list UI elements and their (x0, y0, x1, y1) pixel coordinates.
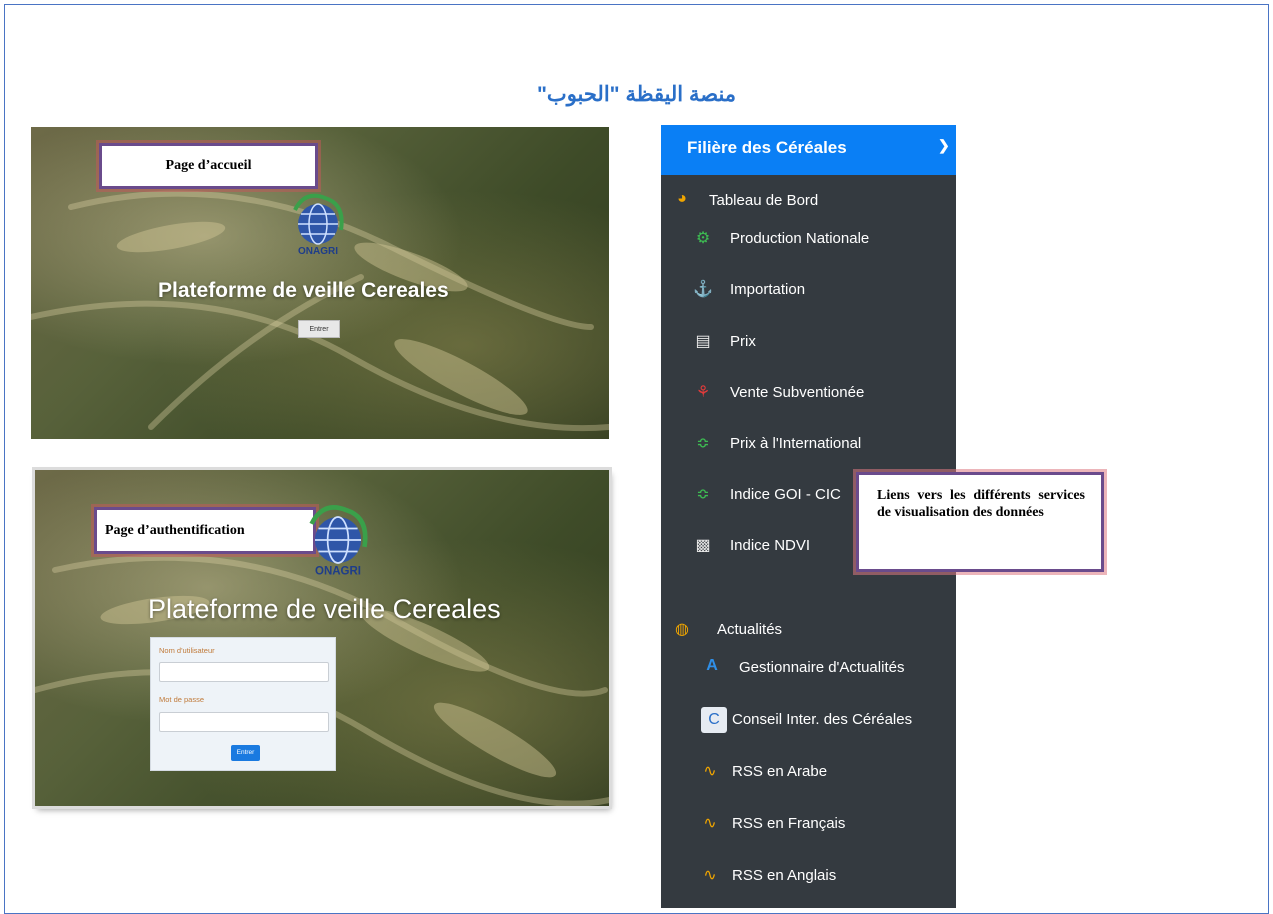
onagri-logo: ONAGRI (300, 500, 376, 580)
sidebar-header[interactable]: Filière des Céréales ❯ (661, 125, 956, 175)
igc-logo-icon: C (701, 707, 727, 733)
username-label: Nom d'utilisateur (159, 646, 215, 655)
auth-page-callout: Page d’authentification (94, 507, 316, 554)
chevron-down-icon[interactable]: ❯ (938, 137, 950, 154)
sidebar-header-label: Filière des Céréales (687, 138, 847, 157)
globe-icon: ◍ (675, 621, 689, 638)
login-enter-button[interactable]: Entrer (231, 745, 260, 761)
platform-title: Plateforme de veille Cereales (148, 594, 501, 624)
password-input[interactable] (159, 712, 329, 732)
anchor-icon: ⚓ (693, 281, 713, 298)
platform-title: Plateforme de veille Cereales (158, 279, 449, 302)
rss-icon: ∿ (703, 867, 717, 884)
onagri-logo: ONAGRI (285, 190, 351, 258)
area-chart-icon: ≎ (696, 486, 710, 503)
links-callout: Liens vers les différents services de vi… (856, 472, 1104, 572)
home-page-callout: Page d’accueil (99, 143, 318, 189)
username-input[interactable] (159, 662, 329, 682)
tractor-icon: ⚙ (695, 230, 711, 247)
svg-text:ONAGRI: ONAGRI (298, 246, 338, 257)
enter-button[interactable]: Entrer (298, 320, 340, 338)
rss-icon: ∿ (703, 763, 717, 780)
password-label: Mot de passe (159, 695, 205, 704)
broadcast-icon: A (706, 657, 718, 674)
bar-chart-icon: ▩ (695, 537, 711, 554)
rss-icon: ∿ (703, 815, 717, 832)
svg-text:ONAGRI: ONAGRI (315, 566, 361, 578)
price-tag-icon: ▤ (695, 333, 711, 350)
cart-icon: ⚘ (695, 384, 711, 401)
login-form: Nom d'utilisateur Mot de passe Entrer (150, 637, 336, 771)
dashboard-icon: ◕ (677, 190, 687, 207)
document-title: منصة اليقظة "الحبوب" (536, 83, 737, 106)
area-chart-icon: ≎ (696, 435, 710, 452)
